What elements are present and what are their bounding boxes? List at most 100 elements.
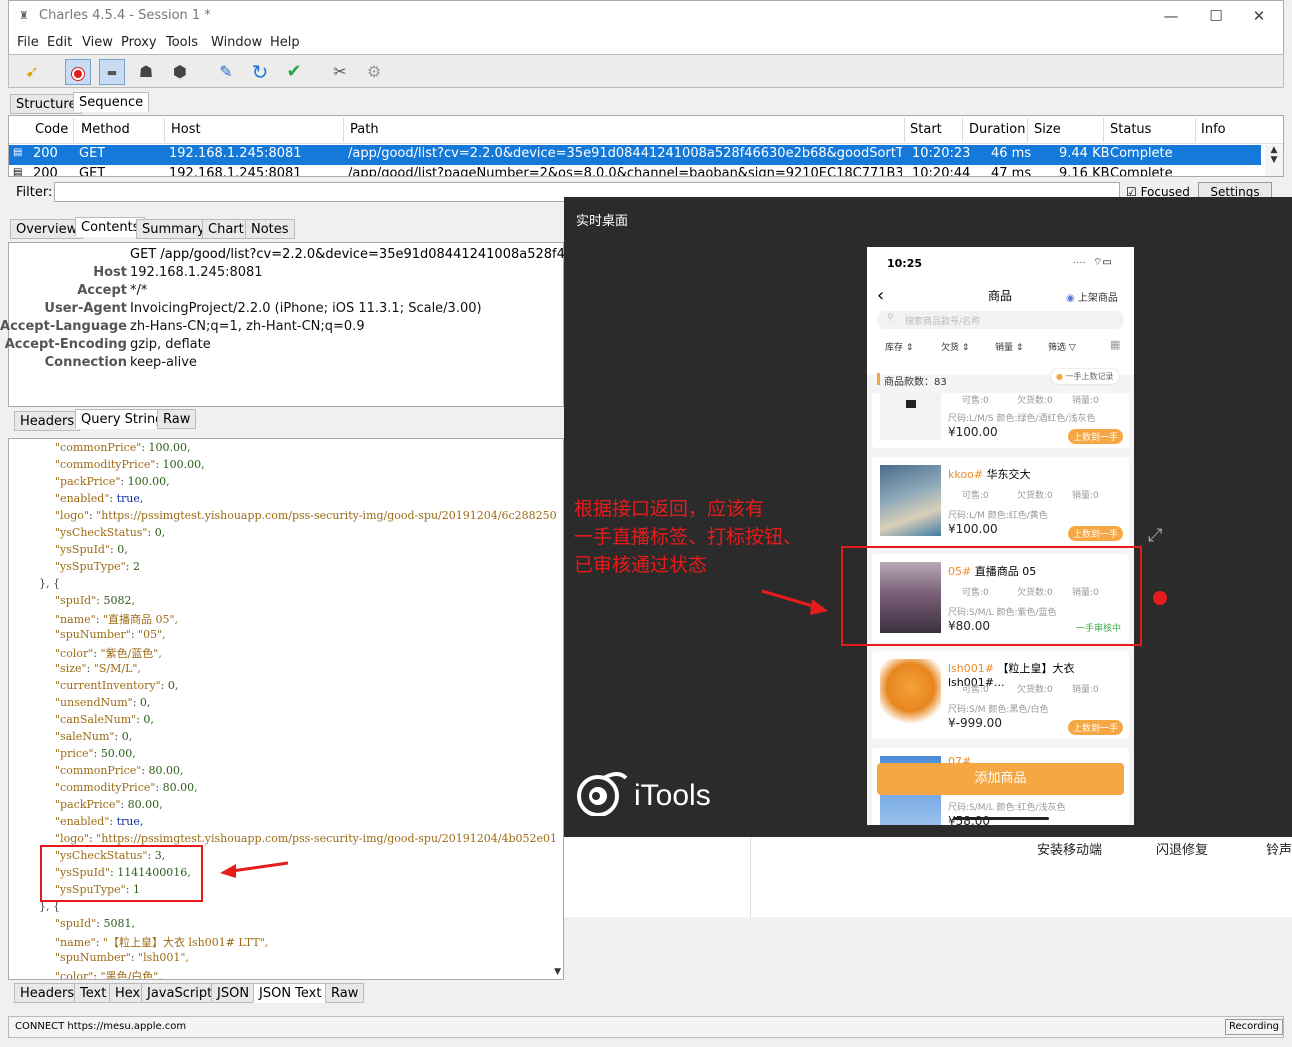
close-button[interactable]: ✕ (1237, 5, 1281, 27)
product-card[interactable]: lsh001# 【粒上皇】大衣 lsh001#... 可售:0 欠货数:0 销量… (872, 651, 1129, 739)
header-key: User-Agent (44, 301, 127, 316)
menu-window[interactable]: Window (211, 35, 262, 50)
json-key: }, { (39, 577, 60, 590)
resp-tab-json-text[interactable]: JSON Text (253, 983, 328, 1003)
menu-view[interactable]: View (82, 35, 113, 50)
card-tag-button[interactable]: 上数到一手 (1067, 429, 1123, 444)
resp-tab-json[interactable]: JSON (211, 983, 256, 1003)
header-value: keep-alive (130, 355, 197, 370)
tools-icon[interactable]: ✂ (327, 59, 353, 85)
req-tab-headers[interactable]: Headers (14, 411, 81, 431)
col-start[interactable]: Start (910, 122, 942, 137)
cell-size: 9.16 KB (1059, 166, 1110, 177)
grid-view-icon[interactable]: ▦ (1110, 338, 1120, 351)
col-method[interactable]: Method (81, 122, 130, 137)
phone-signal: .... (1073, 255, 1086, 266)
stop-icon[interactable]: ⬢ (167, 59, 193, 85)
product-card[interactable]: kkoo# 华东交大 可售:0 欠货数:0 销量:0 尺码:L/M 颜色:红色/… (872, 457, 1129, 545)
resp-tab-javascript[interactable]: JavaScript (141, 983, 219, 1003)
broom-icon[interactable]: ➹ (19, 59, 45, 85)
menu-tools[interactable]: Tools (166, 35, 198, 50)
tab-notes[interactable]: Notes (245, 219, 295, 239)
tab-overview[interactable]: Overview (10, 219, 84, 239)
req-tab-query-string[interactable]: Query String (75, 409, 170, 429)
record-icon[interactable] (65, 59, 91, 85)
resp-tab-text[interactable]: Text (74, 983, 113, 1003)
maximize-button[interactable]: ☐ (1194, 5, 1238, 27)
req-tab-raw[interactable]: Raw (157, 409, 197, 429)
record-dot-icon[interactable] (1153, 591, 1167, 605)
json-value: "【粒上皇】大衣 lsh001# LTT", (102, 936, 269, 949)
json-line: "logo": "https://pssimgtest.yishouapp.co… (55, 509, 557, 522)
tab-structure[interactable]: Structure (10, 94, 83, 114)
resp-tab-raw[interactable]: Raw (325, 983, 365, 1003)
tab-contents[interactable]: Contents (75, 217, 146, 237)
card-tag-button[interactable]: 上数到一手 (1067, 526, 1123, 541)
request-table: Code Method Host Path Start Duration Siz… (8, 115, 1284, 177)
col-host[interactable]: Host (171, 122, 201, 137)
check-icon[interactable]: ✔ (281, 59, 307, 85)
col-status[interactable]: Status (1110, 122, 1151, 137)
product-card[interactable]: 可售:0 欠货数:0 销量:0 尺码:L/M/S 颜色:绿色/酒红色/浅灰色 ¥… (872, 393, 1129, 448)
json-line: "packPrice": 80.00, (55, 798, 163, 811)
json-scroll-down-icon[interactable]: ▼ (554, 967, 561, 977)
menu-help[interactable]: Help (270, 35, 300, 50)
json-key: "ysSpuType" (55, 560, 126, 573)
col-code[interactable]: Code (35, 122, 68, 137)
sort-owe[interactable]: 欠货 ⇕ (941, 340, 969, 353)
filter-button[interactable]: 筛选 ▽ (1048, 340, 1076, 353)
table-row[interactable]: ▤ 200 GET 192.168.1.245:8081 /app/good/l… (9, 165, 1261, 177)
refresh-icon[interactable]: ↻ (247, 59, 273, 85)
throttle-icon[interactable]: ▬ (99, 59, 125, 85)
card-no: kkoo# (948, 468, 984, 481)
cell-method: GET (79, 146, 106, 161)
card-spec: 尺码:L/M 颜色:红色/黄色 (948, 511, 1048, 521)
table-scrollbar[interactable]: ▲ ▼ (1265, 145, 1283, 176)
col-path[interactable]: Path (350, 122, 379, 137)
json-value: 0, (139, 696, 151, 709)
ringtone-link[interactable]: 铃声 (1266, 839, 1292, 858)
json-value: true, (116, 492, 144, 505)
json-line: "enabled": true, (55, 815, 144, 828)
json-line: "spuId": 5082, (55, 594, 135, 607)
tab-sequence[interactable]: Sequence (73, 92, 150, 112)
back-icon[interactable]: ‹ (877, 285, 884, 306)
record-button[interactable]: ● 一手上数记录 (1051, 369, 1119, 384)
menu-proxy[interactable]: Proxy (121, 35, 157, 50)
add-product-button[interactable]: 添加商品 (877, 763, 1124, 795)
shelf-button[interactable]: ◉ 上架商品 (1066, 289, 1118, 304)
toolbar: ➹ ▬ ☗ ⬢ ✎ ↻ ✔ ✂ ⚙ (8, 54, 1284, 88)
json-line: "packPrice": 100.00, (55, 475, 170, 488)
json-value: 2 (132, 560, 140, 573)
json-value: 80.00, (148, 764, 184, 777)
menu-edit[interactable]: Edit (47, 35, 72, 50)
gear-icon[interactable]: ⚙ (361, 59, 387, 85)
card-spec: 尺码:S/M 颜色:黑色/白色 (948, 705, 1049, 715)
col-size[interactable]: Size (1034, 122, 1061, 137)
request-headers-panel: GET /app/good/list?cv=2.2.0&device=35e91… (0, 242, 622, 407)
install-mobile-link[interactable]: 安装移动端 (1037, 839, 1102, 858)
turtle-icon[interactable]: ☗ (133, 59, 159, 85)
card-tag-button[interactable]: 上数到一手 (1067, 720, 1123, 735)
col-duration[interactable]: Duration (969, 122, 1025, 137)
sort-sales[interactable]: 销量 ⇕ (995, 340, 1023, 353)
json-value: true, (116, 815, 144, 828)
json-key: "spuNumber" (55, 951, 131, 964)
resp-tab-headers[interactable]: Headers (14, 983, 81, 1003)
cell-size: 9.44 KB (1059, 146, 1110, 161)
tab-chart[interactable]: Chart (202, 219, 250, 239)
col-info[interactable]: Info (1201, 122, 1226, 137)
json-key: "saleNum" (55, 730, 115, 743)
menu-file[interactable]: File (17, 35, 39, 50)
tab-summary[interactable]: Summary (136, 219, 211, 239)
pen-icon[interactable]: ✎ (213, 59, 239, 85)
json-value: 0, (143, 713, 154, 726)
sort-stock[interactable]: 库存 ⇕ (885, 340, 913, 353)
cell-host: 192.168.1.245:8081 (169, 166, 302, 177)
crash-fix-link[interactable]: 闪退修复 (1156, 839, 1208, 858)
table-row[interactable]: ▤ 200 GET 192.168.1.245:8081 /app/good/l… (9, 145, 1261, 165)
search-input[interactable]: ⚲ 搜索商品款号/名称 (877, 311, 1124, 329)
minimize-button[interactable]: — (1149, 5, 1193, 27)
json-line: "commodityPrice": 80.00, (55, 781, 198, 794)
fullscreen-icon[interactable]: ⤢ (1148, 525, 1162, 546)
